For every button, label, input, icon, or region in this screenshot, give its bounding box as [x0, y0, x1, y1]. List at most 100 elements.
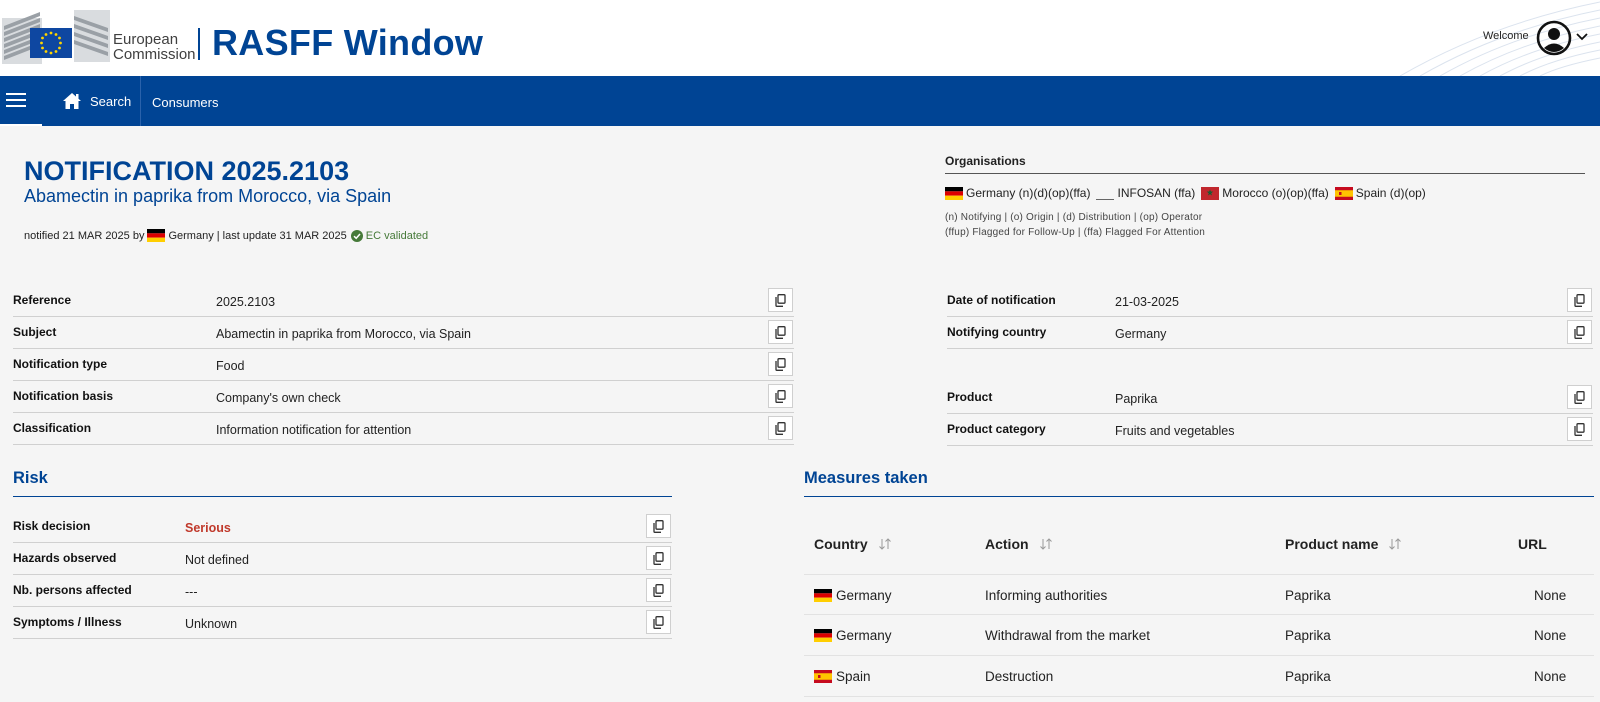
copy-button[interactable] — [646, 546, 671, 570]
app-title[interactable]: RASFF Window — [212, 22, 483, 64]
risk-row-decision: Risk decision Serious — [13, 511, 672, 543]
meta-prefix: notified 21 MAR 2025 by — [24, 229, 145, 242]
organisations-list: Germany (n)(d)(op)(ffa) INFOSAN (ffa) Mo… — [945, 186, 1432, 200]
notification-title: NOTIFICATION 2025.2103 — [24, 156, 350, 186]
validated-label: EC validated — [365, 229, 429, 242]
copy-button[interactable] — [1567, 320, 1592, 344]
germany-flag-icon — [147, 229, 166, 242]
copy-button[interactable] — [768, 416, 793, 440]
germany-flag-icon — [814, 589, 832, 602]
menu-button[interactable] — [0, 76, 42, 126]
organisation-item: INFOSAN (ffa) — [1096, 186, 1195, 200]
nav-consumers-link[interactable]: Consumers — [152, 95, 218, 110]
notification-meta: notified 21 MAR 2025 by Germany | last u… — [24, 229, 428, 242]
copy-button[interactable] — [646, 514, 671, 538]
copy-icon — [774, 293, 786, 307]
copy-button[interactable] — [1567, 417, 1592, 441]
detail-row-product-category: Product category Fruits and vegetables — [947, 414, 1593, 446]
home-icon — [63, 93, 81, 109]
measure-action: Destruction — [985, 669, 1054, 684]
risk-section-divider — [13, 496, 672, 497]
detail-row-date-of-notification: Date of notification 21-03-2025 — [947, 285, 1593, 317]
table-row: Spain Destruction Paprika None — [804, 656, 1594, 697]
copy-icon — [1573, 390, 1585, 404]
risk-row-symptoms: Symptoms / Illness Unknown — [13, 607, 672, 639]
copy-icon — [652, 551, 664, 565]
germany-flag-icon — [945, 186, 963, 200]
morocco-flag-icon — [1201, 186, 1220, 200]
measure-action: Withdrawal from the market — [985, 628, 1151, 643]
germany-flag-icon — [814, 629, 832, 642]
copy-icon — [774, 325, 786, 339]
logo-text: European Commission — [113, 32, 196, 62]
table-row: Germany Informing authorities Paprika No… — [804, 574, 1594, 615]
risk-row-persons-affected: Nb. persons affected --- — [13, 575, 672, 607]
measure-product-name: Paprika — [1285, 588, 1331, 603]
logo-text-line2: Commission — [113, 46, 196, 63]
notification-subtitle: Abamectin in paprika from Morocco, via S… — [24, 186, 392, 206]
nav-search-link[interactable]: Search — [62, 91, 131, 111]
detail-row-classification: Classification Information notification … — [13, 413, 794, 445]
sort-icon — [1389, 538, 1402, 550]
copy-icon — [1573, 293, 1585, 307]
meta-suffix: | last update 31 MAR 2025 — [216, 229, 347, 242]
organisations-divider — [945, 173, 1585, 174]
column-header-product-name[interactable]: Product name — [1285, 536, 1402, 552]
infosan-flag-placeholder — [1096, 187, 1115, 200]
detail-row-notifying-country: Notifying country Germany — [947, 317, 1593, 349]
organisation-item: Morocco (o)(op)(ffa) — [1201, 186, 1329, 200]
column-header-url: URL — [1518, 536, 1547, 552]
measure-product-name: Paprika — [1285, 628, 1331, 643]
sort-icon — [1039, 538, 1052, 550]
organisations-legend-line1: (n) Notifying | (o) Origin | (d) Distrib… — [945, 212, 1203, 223]
nav-separator — [140, 76, 141, 126]
organisation-item: Spain (d)(op) — [1334, 186, 1426, 200]
column-header-action[interactable]: Action — [985, 536, 1053, 552]
copy-icon — [652, 519, 664, 533]
chevron-down-icon[interactable] — [1575, 30, 1589, 44]
risk-decision-value: Serious — [185, 521, 231, 535]
copy-icon — [652, 583, 664, 597]
user-account-icon[interactable] — [1536, 20, 1572, 56]
measures-section-title: Measures taken — [804, 469, 928, 487]
copy-button[interactable] — [646, 578, 671, 602]
spain-flag-icon — [1334, 186, 1353, 200]
copy-icon — [774, 389, 786, 403]
copy-button[interactable] — [646, 610, 671, 634]
detail-row-subject: Subject Abamectin in paprika from Morocc… — [13, 317, 794, 349]
main-navigation: Search Consumers — [0, 76, 1600, 126]
measure-url: None — [1534, 588, 1567, 603]
detail-row-reference: Reference 2025.2103 — [13, 285, 794, 317]
copy-icon — [1573, 422, 1585, 436]
column-header-country[interactable]: Country — [814, 536, 892, 552]
copy-icon — [1573, 325, 1585, 339]
copy-button[interactable] — [1567, 288, 1592, 312]
detail-row-product: Product Paprika — [947, 382, 1593, 414]
copy-icon — [652, 615, 664, 629]
detail-row-notification-basis: Notification basis Company's own check — [13, 381, 794, 413]
measure-product-name: Paprika — [1285, 669, 1331, 684]
spain-flag-icon — [814, 670, 832, 683]
copy-button[interactable] — [768, 384, 793, 408]
copy-button[interactable] — [768, 352, 793, 376]
copy-button[interactable] — [768, 320, 793, 344]
table-row: Germany Withdrawal from the market Papri… — [804, 615, 1594, 656]
menu-icon — [6, 93, 26, 95]
logo-text-line1: European — [113, 31, 179, 48]
meta-country: Germany — [168, 229, 214, 242]
measure-url: None — [1534, 628, 1567, 643]
measure-action: Informing authorities — [985, 588, 1108, 603]
check-circle-icon — [350, 229, 363, 242]
validated-badge: EC validated — [350, 229, 429, 242]
header: European Commission RASFF Window Welcome — [0, 0, 1600, 76]
measures-section-divider — [804, 496, 1594, 497]
measure-country: Germany — [814, 628, 892, 643]
welcome-label: Welcome — [1483, 30, 1529, 42]
organisations-legend-line2: (ffup) Flagged for Follow-Up | (ffa) Fla… — [945, 227, 1206, 238]
copy-icon — [774, 421, 786, 435]
copy-icon — [774, 357, 786, 371]
copy-button[interactable] — [1567, 385, 1592, 409]
measure-url: None — [1534, 669, 1567, 684]
risk-section-title: Risk — [13, 469, 48, 487]
copy-button[interactable] — [768, 288, 793, 312]
